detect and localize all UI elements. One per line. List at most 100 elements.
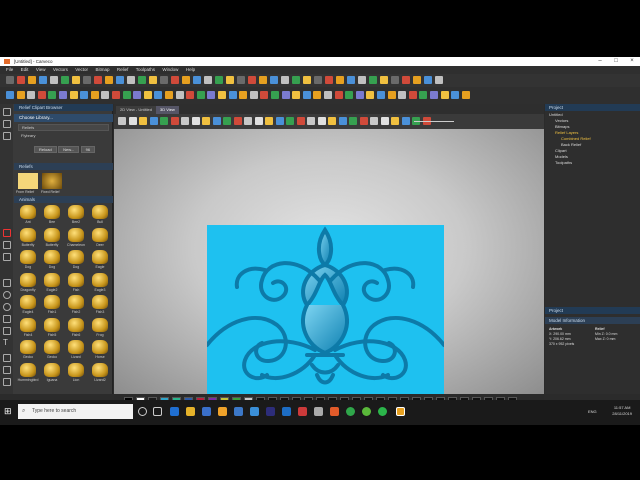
main-tool-21-icon[interactable] xyxy=(226,76,234,84)
clipart-item[interactable]: Bull xyxy=(88,205,112,229)
clipart-item[interactable]: Eagle xyxy=(88,250,112,274)
relief-tool-20-icon[interactable] xyxy=(207,91,216,99)
view-tool-20-icon[interactable] xyxy=(317,117,326,125)
main-tool-28-icon[interactable] xyxy=(303,76,311,84)
main-tool-5-icon[interactable] xyxy=(50,76,58,84)
main-tool-22-icon[interactable] xyxy=(237,76,245,84)
clipart-item[interactable]: Bee xyxy=(40,205,64,229)
pen-tool-icon[interactable] xyxy=(3,229,11,237)
main-tool-19-icon[interactable] xyxy=(204,76,212,84)
text-on-curve-icon[interactable] xyxy=(3,354,11,362)
store-icon[interactable] xyxy=(202,407,211,416)
clipart-item[interactable]: Fish6 xyxy=(64,317,88,342)
word-icon[interactable] xyxy=(250,407,259,416)
clipart-item[interactable]: Fish1 xyxy=(40,295,64,319)
cortana-icon[interactable] xyxy=(138,407,147,416)
clipart-item[interactable]: Fish xyxy=(64,272,88,297)
relief-tool-13-icon[interactable] xyxy=(133,91,142,99)
relief-tool-41-icon[interactable] xyxy=(430,91,438,99)
view-tool-7-icon[interactable] xyxy=(181,117,189,125)
main-tool-36-icon[interactable] xyxy=(391,76,399,84)
view-tool-28-icon[interactable] xyxy=(401,117,410,125)
main-tool-20-icon[interactable] xyxy=(215,76,223,84)
light-slider[interactable] xyxy=(414,121,454,122)
view-tool-17-icon[interactable] xyxy=(286,117,294,125)
carveco-app-icon[interactable] xyxy=(330,407,339,416)
clipart-item[interactable]: Bee2 xyxy=(64,205,88,229)
clipart-item[interactable]: Dragonfly xyxy=(16,272,40,297)
clipart-item[interactable]: Lion xyxy=(64,362,88,387)
carveco-active-icon[interactable] xyxy=(396,407,405,416)
clipart-item[interactable]: Dog xyxy=(64,250,88,274)
maximize-icon[interactable]: □ xyxy=(608,57,624,66)
relief-tool-22-icon[interactable] xyxy=(228,91,237,99)
relief-tool-8-icon[interactable] xyxy=(80,91,89,99)
view-tool-8-icon[interactable] xyxy=(191,117,200,125)
relief-tool-24-icon[interactable] xyxy=(249,91,258,99)
main-tool-24-icon[interactable] xyxy=(259,76,267,84)
select-tool-icon[interactable] xyxy=(3,108,11,116)
relief-tool-11-icon[interactable] xyxy=(112,91,120,99)
relief-tool-42-icon[interactable] xyxy=(440,91,449,99)
main-tool-25-icon[interactable] xyxy=(270,76,278,84)
taskbar-search-input[interactable]: Type here to search xyxy=(18,404,133,419)
clipart-item[interactable]: Iguana xyxy=(40,362,64,387)
relief-tool-7-icon[interactable] xyxy=(69,91,78,99)
clipart-item[interactable]: Horse xyxy=(88,340,112,364)
relief-tool-16-icon[interactable] xyxy=(165,91,173,99)
relief-tool-37-icon[interactable] xyxy=(387,91,396,99)
view-tool-12-icon[interactable] xyxy=(233,117,242,125)
menu-file[interactable]: File xyxy=(6,66,13,74)
main-tool-38-icon[interactable] xyxy=(413,76,421,84)
powerpoint-icon[interactable] xyxy=(298,407,307,416)
library-select[interactable]: Reliefs xyxy=(18,124,109,131)
main-tool-8-icon[interactable] xyxy=(83,76,91,84)
view-tool-14-icon[interactable] xyxy=(254,117,263,125)
fill-tool-icon[interactable] xyxy=(3,241,11,249)
view-tool-16-icon[interactable] xyxy=(275,117,284,125)
app-icon[interactable] xyxy=(266,407,275,416)
relief-tool-4-icon[interactable] xyxy=(37,91,46,99)
main-tool-14-icon[interactable] xyxy=(149,76,157,84)
view-tool-10-icon[interactable] xyxy=(212,117,221,125)
tree-item[interactable]: Toolpaths xyxy=(549,160,636,166)
relief-tool-39-icon[interactable] xyxy=(408,91,417,99)
menu-relief[interactable]: Relief xyxy=(117,66,129,74)
relief-tool-23-icon[interactable] xyxy=(239,91,248,99)
app3-icon[interactable] xyxy=(378,407,387,416)
main-tool-27-icon[interactable] xyxy=(292,76,300,84)
view-tool-21-icon[interactable] xyxy=(328,117,336,125)
view-tool-24-icon[interactable] xyxy=(359,117,368,125)
menu-vector[interactable]: Vector xyxy=(75,66,88,74)
main-tool-16-icon[interactable] xyxy=(171,76,179,84)
close-icon[interactable]: × xyxy=(624,57,640,66)
windows-start-icon[interactable]: ⊞ xyxy=(4,407,13,416)
transform-icon[interactable] xyxy=(3,132,11,140)
main-tool-11-icon[interactable] xyxy=(116,76,124,84)
menu-view[interactable]: View xyxy=(36,66,46,74)
main-tool-13-icon[interactable] xyxy=(138,76,146,84)
word-app-icon[interactable] xyxy=(282,407,291,416)
view-tool-13-icon[interactable] xyxy=(244,117,252,125)
view-tool-5-icon[interactable] xyxy=(160,117,168,125)
clipart-item[interactable]: Deer xyxy=(88,227,112,252)
main-tool-39-icon[interactable] xyxy=(424,76,432,84)
relief-tool-35-icon[interactable] xyxy=(366,91,375,99)
clipart-item[interactable]: Frog xyxy=(88,317,112,342)
menu-edit[interactable]: Edit xyxy=(21,66,29,74)
reload-button[interactable]: Reload xyxy=(34,146,57,153)
language-indicator[interactable]: ENG xyxy=(588,409,597,414)
view-tool-3-icon[interactable] xyxy=(139,117,147,125)
size-select[interactable]: 96 xyxy=(80,146,95,153)
main-tool-2-icon[interactable] xyxy=(17,76,25,84)
notepad-icon[interactable] xyxy=(314,407,323,416)
circle-tool-icon[interactable] xyxy=(3,303,11,311)
main-tool-3-icon[interactable] xyxy=(28,76,36,84)
clipart-item[interactable]: Hummingbird xyxy=(16,362,40,387)
view-tool-18-icon[interactable] xyxy=(296,117,305,125)
app2-icon[interactable] xyxy=(362,407,371,416)
main-tool-18-icon[interactable] xyxy=(193,76,201,84)
menu-toolpaths[interactable]: Toolpaths xyxy=(136,66,155,74)
relief-tool-3-icon[interactable] xyxy=(27,91,36,99)
view-tool-25-icon[interactable] xyxy=(370,117,378,125)
